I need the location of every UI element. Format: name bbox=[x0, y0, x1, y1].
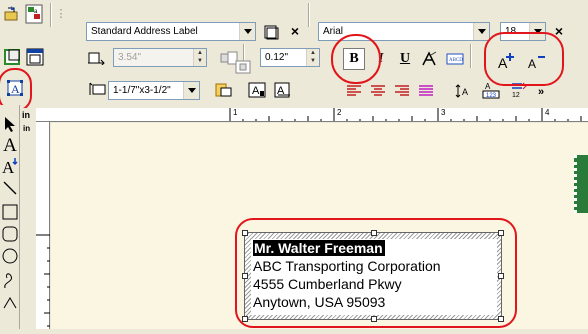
address-text-area[interactable]: Mr. Walter Freeman ABC Transporting Corp… bbox=[251, 239, 497, 315]
text-tool-icon[interactable]: A bbox=[0, 135, 20, 155]
rounded-rect-tool-icon[interactable] bbox=[1, 225, 19, 243]
font-size-decrease-icon[interactable]: A bbox=[526, 50, 548, 72]
top-toolbars: a ⋮ Standard Address Label × Arial 18 × bbox=[0, 0, 588, 112]
svg-text:A: A bbox=[528, 57, 536, 70]
label-size-icon bbox=[88, 80, 108, 98]
svg-text:A: A bbox=[485, 82, 491, 91]
spinner-icon[interactable]: ▲ ▼ bbox=[306, 49, 319, 66]
drag-grip-icon[interactable]: ⋮ bbox=[56, 4, 67, 24]
svg-text:A: A bbox=[252, 85, 260, 97]
tile-view-icon[interactable] bbox=[2, 47, 22, 67]
font-size-value: 18 bbox=[505, 26, 517, 37]
address-line-city[interactable]: Anytown, USA 95093 bbox=[253, 294, 385, 310]
address-line-street[interactable]: 4555 Cumberland Pkwy bbox=[253, 276, 402, 292]
vertical-ruler bbox=[36, 122, 50, 329]
svg-text:A: A bbox=[2, 158, 15, 176]
label-type-select[interactable]: Standard Address Label bbox=[86, 22, 256, 41]
svg-text:123: 123 bbox=[486, 93, 497, 99]
label-size-value: 1-1/7"x3-1/2" bbox=[113, 85, 171, 96]
ellipse-tool-icon[interactable] bbox=[1, 247, 19, 265]
sequence-icon[interactable]: 12 bbox=[508, 80, 530, 100]
font-size-increase-icon[interactable]: A bbox=[496, 50, 518, 72]
close-icon[interactable]: × bbox=[286, 22, 304, 40]
spinner-icon[interactable]: ▲ ▼ bbox=[193, 49, 206, 66]
ruler-mark: 1 bbox=[233, 108, 238, 117]
underline-button[interactable]: U bbox=[394, 48, 416, 70]
address-line-company[interactable]: ABC Transporting Corporation bbox=[253, 258, 441, 274]
chevron-down-icon[interactable] bbox=[183, 82, 199, 99]
svg-text:ABCD: ABCD bbox=[449, 58, 463, 63]
label-type-value: Standard Address Label bbox=[91, 26, 198, 37]
resize-handle[interactable] bbox=[242, 230, 248, 236]
merge-fields-icon[interactable]: a bbox=[24, 3, 44, 25]
line-tool-icon[interactable] bbox=[1, 179, 19, 197]
freehand-tool-icon[interactable] bbox=[1, 269, 19, 291]
address-text-frame[interactable]: Mr. Walter Freeman ABC Transporting Corp… bbox=[242, 230, 504, 322]
resize-handle[interactable] bbox=[498, 316, 504, 322]
resize-handle[interactable] bbox=[371, 230, 377, 236]
svg-text:A: A bbox=[462, 87, 468, 97]
horizontal-ruler: 1 2 3 4 bbox=[36, 108, 588, 122]
ruler-mark: 2 bbox=[337, 108, 342, 117]
align-left-icon[interactable] bbox=[344, 82, 364, 100]
label-size-select[interactable]: 1-1/7"x3-1/2" bbox=[108, 81, 200, 100]
resize-handle[interactable] bbox=[242, 316, 248, 322]
text-box-icon[interactable]: ABCD bbox=[444, 48, 466, 70]
chevron-down-icon[interactable] bbox=[473, 23, 489, 40]
ruler-mark: 3 bbox=[441, 108, 446, 117]
tools-toolbar: A A bbox=[0, 105, 20, 329]
import-icon[interactable] bbox=[2, 4, 22, 24]
align-center-text-icon[interactable] bbox=[368, 82, 388, 100]
vertical-text-icon[interactable]: A bbox=[0, 155, 20, 177]
resize-handle[interactable] bbox=[498, 230, 504, 236]
spacing-input[interactable]: 0.12" ▲ ▼ bbox=[260, 48, 320, 67]
vertical-ruler-unit: in bbox=[23, 124, 31, 133]
ruler-mark: 4 bbox=[545, 108, 550, 117]
ruler-unit-label: in bbox=[20, 108, 36, 122]
width-input[interactable]: 3.54" ▲ ▼ bbox=[113, 48, 207, 67]
label-frame-icon[interactable] bbox=[260, 21, 282, 42]
font-name-value: Arial bbox=[323, 26, 344, 37]
text-frame-b-icon[interactable]: A bbox=[272, 80, 294, 100]
resize-handle[interactable] bbox=[498, 273, 504, 279]
resize-handle[interactable] bbox=[371, 316, 377, 322]
vertical-ruler-gutter: in bbox=[20, 122, 36, 329]
full-view-icon[interactable] bbox=[24, 46, 46, 68]
svg-text:12: 12 bbox=[512, 92, 520, 99]
justify-icon[interactable] bbox=[416, 82, 436, 100]
numbering-icon[interactable]: A 123 bbox=[480, 80, 502, 100]
rotate-icon[interactable] bbox=[212, 80, 234, 100]
more-icon[interactable]: » bbox=[534, 84, 548, 100]
pointer-icon[interactable] bbox=[1, 115, 19, 133]
address-line-name[interactable]: Mr. Walter Freeman bbox=[253, 240, 385, 256]
frame-style-icon[interactable] bbox=[232, 57, 254, 77]
align-right-icon[interactable] bbox=[392, 82, 412, 100]
outline-text-icon[interactable] bbox=[418, 48, 440, 70]
font-size-select[interactable]: 18 bbox=[500, 22, 546, 41]
chevron-down-icon[interactable] bbox=[239, 23, 255, 40]
width-value: 3.54" bbox=[118, 52, 142, 63]
chevron-down-icon[interactable] bbox=[529, 23, 545, 40]
tool-partial-icon[interactable] bbox=[1, 295, 19, 311]
select-frame-icon[interactable]: A bbox=[4, 78, 26, 98]
font-name-select[interactable]: Arial bbox=[318, 22, 490, 41]
rectangle-tool-icon[interactable] bbox=[1, 203, 19, 221]
stamp-image bbox=[574, 155, 588, 213]
width-icon bbox=[86, 49, 106, 67]
close-icon[interactable]: × bbox=[550, 22, 568, 40]
svg-text:A: A bbox=[11, 82, 20, 96]
spacing-value: 0.12" bbox=[265, 52, 289, 63]
text-frame-a-icon[interactable]: A bbox=[246, 80, 268, 100]
bold-button[interactable]: B bbox=[343, 48, 365, 70]
line-spacing-icon[interactable]: A bbox=[452, 82, 474, 100]
resize-handle[interactable] bbox=[242, 273, 248, 279]
italic-button[interactable]: I bbox=[370, 48, 392, 70]
